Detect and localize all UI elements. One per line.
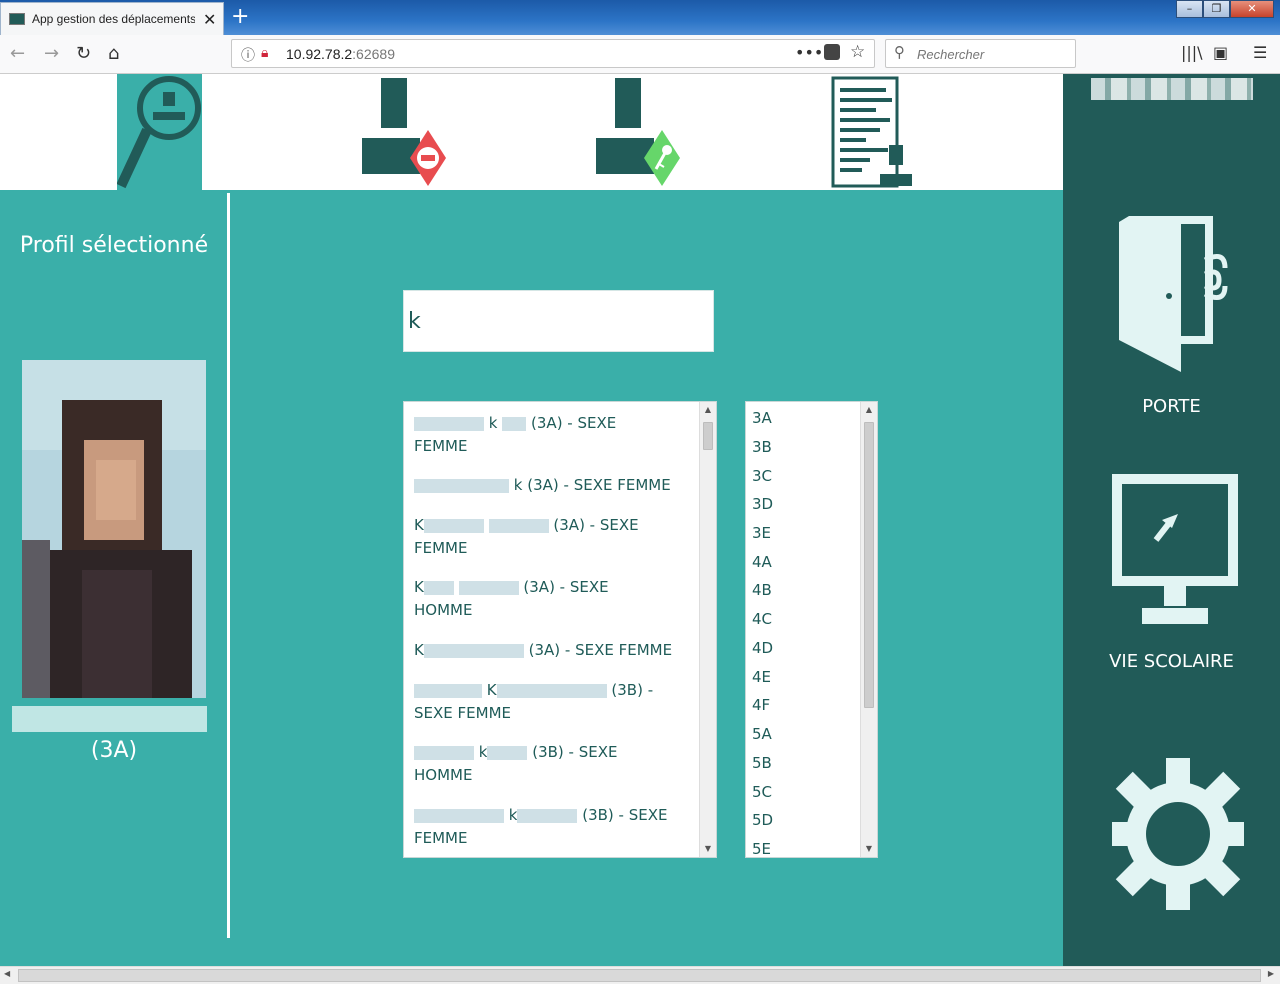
info-icon[interactable]: ⓘ — [241, 45, 255, 65]
list-item[interactable]: 5B — [752, 754, 772, 772]
scroll-down-icon[interactable]: ▼ — [861, 841, 877, 857]
nav-bar: ← → ↻ ⌂ ⓘ 🔒︎ 10.92.78.2:62689 ••• ☆ ⚲ Re… — [0, 35, 1280, 74]
list-item[interactable]: 5D — [752, 811, 773, 829]
restore-button[interactable]: ❐ — [1203, 0, 1230, 18]
panel-divider — [227, 193, 230, 938]
app-header — [0, 74, 1063, 190]
list-item[interactable]: 3E — [752, 524, 771, 542]
home-icon[interactable]: ⌂ — [108, 43, 119, 64]
back-icon[interactable]: ← — [10, 43, 25, 64]
reload-icon[interactable]: ↻ — [76, 43, 91, 64]
list-item[interactable]: K (3A) - SEXE HOMME — [414, 576, 696, 622]
list-item[interactable]: k (3A) - SEXE FEMME — [414, 474, 696, 497]
browser-chrome: App gestion des déplacements ✕ + – ❐ ✕ ←… — [0, 0, 1280, 74]
list-item[interactable]: 5E — [752, 840, 771, 857]
magnifier-person-icon — [116, 76, 201, 189]
person-key-icon — [596, 78, 680, 186]
close-tab-icon[interactable]: ✕ — [203, 10, 216, 29]
class-list[interactable]: 3A 3B 3C 3D 3E 4A 4B 4C 4D 4E 4F 5A 5B 5… — [745, 401, 878, 858]
list-item[interactable]: 3D — [752, 495, 773, 513]
profile-class: (3A) — [90, 738, 138, 763]
list-item[interactable]: 5A — [752, 725, 772, 743]
student-list-scrollbar[interactable]: ▲ ▼ — [699, 402, 716, 857]
list-item[interactable]: 4C — [752, 610, 772, 628]
scroll-right-icon[interactable]: ▶ — [1268, 969, 1274, 978]
list-item[interactable]: k (3B) - SEXE FEMME — [414, 804, 696, 850]
scroll-up-icon[interactable]: ▲ — [700, 402, 716, 418]
window-controls: – ❐ ✕ — [1176, 0, 1274, 18]
tab-bar: App gestion des déplacements ✕ + – ❐ ✕ — [0, 0, 1280, 35]
url-text: 10.92.78.2:62689 — [286, 46, 395, 62]
url-bar[interactable]: ⓘ 🔒︎ 10.92.78.2:62689 ••• ☆ — [231, 39, 875, 68]
list-item[interactable]: k (3A) - SEXE FEMME — [414, 412, 696, 458]
list-item[interactable]: 3C — [752, 467, 772, 485]
favicon-icon — [9, 13, 25, 25]
scroll-down-icon[interactable]: ▼ — [700, 841, 716, 857]
list-item[interactable]: 4E — [752, 668, 771, 686]
list-item[interactable]: K (3A) - SEXE FEMME — [414, 514, 696, 560]
list-item[interactable]: 4F — [752, 696, 770, 714]
computer-icon[interactable] — [1110, 472, 1240, 627]
browser-search-bar[interactable]: ⚲ Rechercher — [885, 39, 1076, 68]
library-icon[interactable]: |||\ — [1181, 43, 1203, 62]
list-item[interactable]: 3B — [752, 438, 772, 456]
right-sidebar: PORTE VIE SCOLAIRE — [1063, 74, 1280, 966]
profile-photo — [22, 360, 206, 698]
scroll-thumb[interactable] — [18, 969, 1261, 982]
search-placeholder: Rechercher — [917, 47, 985, 62]
list-item[interactable]: 4D — [752, 639, 773, 657]
bookmark-star-icon[interactable]: ☆ — [850, 42, 865, 62]
profile-name-redacted — [12, 706, 207, 732]
student-results-list[interactable]: k (3A) - SEXE FEMME k (3A) - SEXE FEMME K… — [403, 401, 717, 858]
gear-icon[interactable] — [1111, 754, 1245, 914]
tab-title: App gestion des déplacements — [32, 12, 195, 26]
list-item[interactable]: 4A — [752, 553, 772, 571]
pocket-icon[interactable] — [824, 44, 840, 60]
forward-icon[interactable]: → — [44, 43, 59, 64]
page-actions-icon[interactable]: ••• — [795, 43, 823, 62]
sidebar-icon[interactable]: ▣ — [1213, 43, 1228, 62]
exit-student-button[interactable] — [360, 74, 450, 190]
class-list-scrollbar[interactable]: ▲ ▼ — [860, 402, 877, 857]
user-name-redacted — [1091, 78, 1253, 100]
list-item[interactable]: 4B — [752, 581, 772, 599]
scroll-thumb[interactable] — [703, 422, 713, 450]
search-icon: ⚲ — [894, 43, 905, 61]
insecure-lock-icon: 🔒︎ — [261, 45, 269, 61]
student-search-input[interactable] — [403, 290, 714, 352]
door-label[interactable]: PORTE — [1063, 396, 1280, 417]
scroll-left-icon[interactable]: ◀ — [4, 969, 10, 978]
person-deny-icon — [362, 78, 446, 186]
page-horizontal-scrollbar[interactable]: ◀ ▶ — [0, 966, 1280, 984]
list-item[interactable]: k (3B) - SEXE HOMME — [414, 741, 696, 787]
menu-icon[interactable]: ☰ — [1253, 43, 1267, 62]
scroll-thumb[interactable] — [864, 422, 874, 708]
list-item[interactable]: K (3A) - SEXE FEMME — [414, 639, 696, 662]
browser-tab[interactable]: App gestion des déplacements ✕ — [0, 2, 224, 35]
list-item[interactable]: 5C — [752, 783, 772, 801]
profile-title: Profil sélectionné — [19, 233, 209, 258]
report-button[interactable] — [828, 74, 918, 190]
list-item[interactable]: K (3B) - SEXE FEMME — [414, 679, 696, 725]
scroll-up-icon[interactable]: ▲ — [861, 402, 877, 418]
close-window-button[interactable]: ✕ — [1230, 0, 1274, 18]
new-tab-icon[interactable]: + — [231, 4, 249, 29]
minimize-button[interactable]: – — [1176, 0, 1203, 18]
search-student-button[interactable] — [116, 74, 202, 190]
list-item[interactable]: 3A — [752, 409, 772, 427]
document-list-icon — [831, 76, 912, 188]
school-life-label[interactable]: VIE SCOLAIRE — [1063, 651, 1280, 672]
door-icon[interactable] — [1113, 214, 1243, 374]
authorize-student-button[interactable] — [594, 74, 684, 190]
